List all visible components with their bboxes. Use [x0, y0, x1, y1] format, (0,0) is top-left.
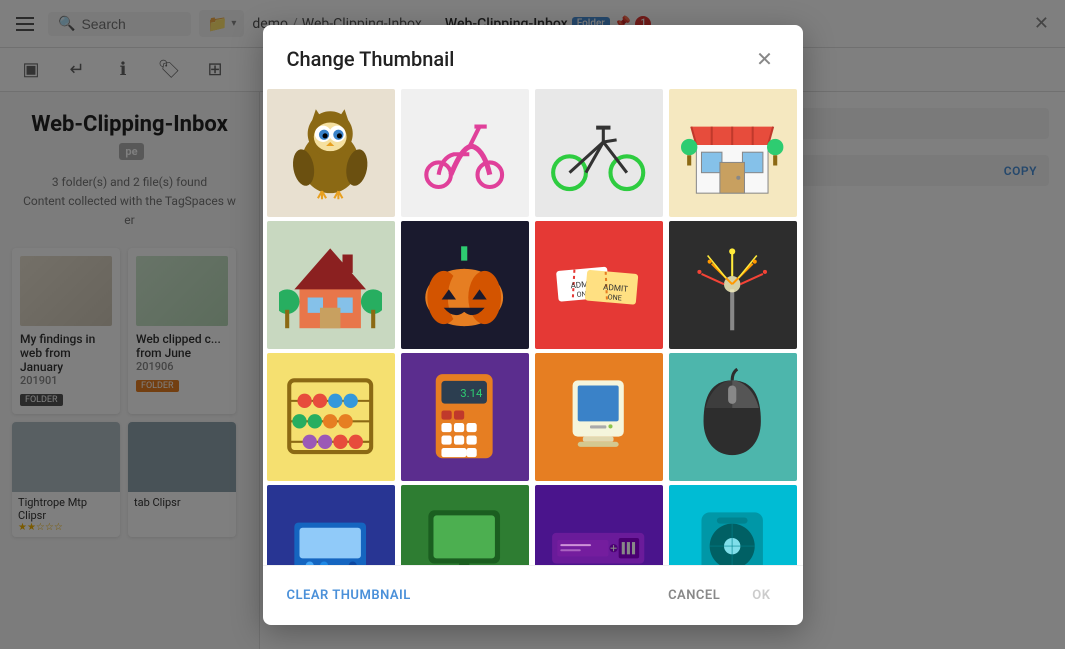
thumbnail-printer[interactable] [267, 485, 395, 565]
modal-header: Change Thumbnail ✕ [263, 25, 803, 89]
ok-button[interactable]: OK [744, 582, 778, 609]
svg-text:ONE: ONE [608, 293, 623, 303]
thumbnail-grid: ADMIT ONE ADMIT ONE [263, 89, 803, 565]
clear-thumbnail-button[interactable]: CLEAR THUMBNAIL [287, 588, 411, 603]
footer-right: CANCEL OK [660, 582, 778, 609]
thumbnail-imac[interactable] [401, 485, 529, 565]
modal-title: Change Thumbnail [287, 47, 455, 71]
modal-overlay: Change Thumbnail ✕ [0, 0, 1065, 649]
thumbnail-bike[interactable] [535, 89, 663, 217]
modal-close-button[interactable]: ✕ [751, 45, 779, 73]
thumbnail-computer[interactable] [535, 353, 663, 481]
thumbnail-scooter[interactable] [401, 89, 529, 217]
svg-text:3.14: 3.14 [461, 386, 484, 400]
change-thumbnail-modal: Change Thumbnail ✕ [263, 25, 803, 625]
thumbnail-owl[interactable] [267, 89, 395, 217]
thumbnail-tickets[interactable]: ADMIT ONE ADMIT ONE [535, 221, 663, 349]
thumbnail-shop[interactable] [669, 89, 797, 217]
thumbnail-house[interactable] [267, 221, 395, 349]
app-window: 🔍 📁 ▾ demo / Web-Clipping-Inbox ... Web-… [0, 0, 1065, 649]
thumbnail-abacus[interactable] [267, 353, 395, 481]
thumbnail-hdd-dark[interactable] [535, 485, 663, 565]
modal-footer: CLEAR THUMBNAIL CANCEL OK [263, 565, 803, 625]
thumbnail-calculator[interactable]: 3.14 [401, 353, 529, 481]
cancel-button[interactable]: CANCEL [660, 582, 728, 609]
thumbnail-harddrive[interactable]: 9 [669, 485, 797, 565]
thumbnail-mouse[interactable] [669, 353, 797, 481]
thumbnail-fireworks[interactable] [669, 221, 797, 349]
thumbnail-pumpkin[interactable] [401, 221, 529, 349]
